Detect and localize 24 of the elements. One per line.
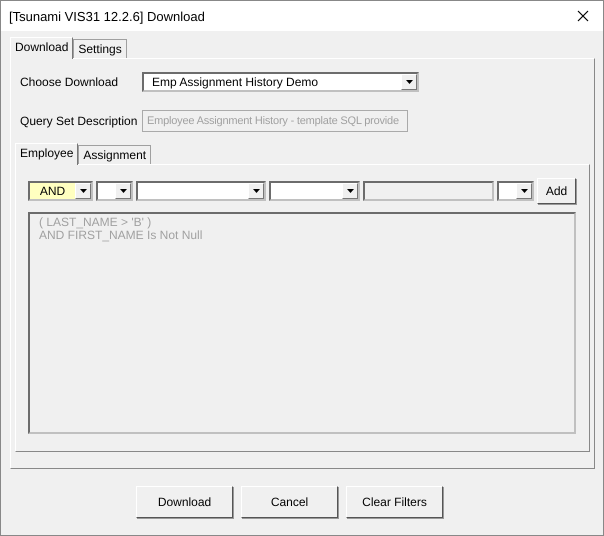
caret-icon <box>346 189 354 193</box>
window-title: [Tsunami VIS31 12.2.6] Download <box>9 8 205 24</box>
download-dropdown[interactable]: Emp Assignment History Demo <box>142 72 419 92</box>
filter-dropdown[interactable] <box>269 181 360 201</box>
dialog-button[interactable]: Cancel <box>241 486 338 518</box>
caret-icon <box>80 189 86 193</box>
filter-dropdown[interactable] <box>136 181 266 201</box>
description-label: Query Set Description <box>20 114 138 128</box>
filter-dropdown[interactable] <box>497 181 534 201</box>
caret-icon <box>252 189 260 193</box>
tab[interactable]: Settings <box>73 39 127 58</box>
dialog-button[interactable]: Clear Filters <box>346 486 443 518</box>
close-icon[interactable] <box>577 10 589 22</box>
tab[interactable]: Assignment <box>78 145 152 164</box>
caret-icon <box>406 80 412 84</box>
add-button[interactable]: Add <box>537 178 576 204</box>
dialog-button[interactable]: Download <box>136 486 233 518</box>
filter-dropdown[interactable] <box>96 181 133 201</box>
tab[interactable]: Download <box>10 37 74 59</box>
choose-download-label: Choose Download <box>20 75 120 89</box>
filter-dropdown[interactable]: AND <box>28 181 93 201</box>
caret-icon <box>120 189 126 193</box>
tab[interactable]: Employee <box>15 143 78 165</box>
caret-icon <box>520 189 528 193</box>
